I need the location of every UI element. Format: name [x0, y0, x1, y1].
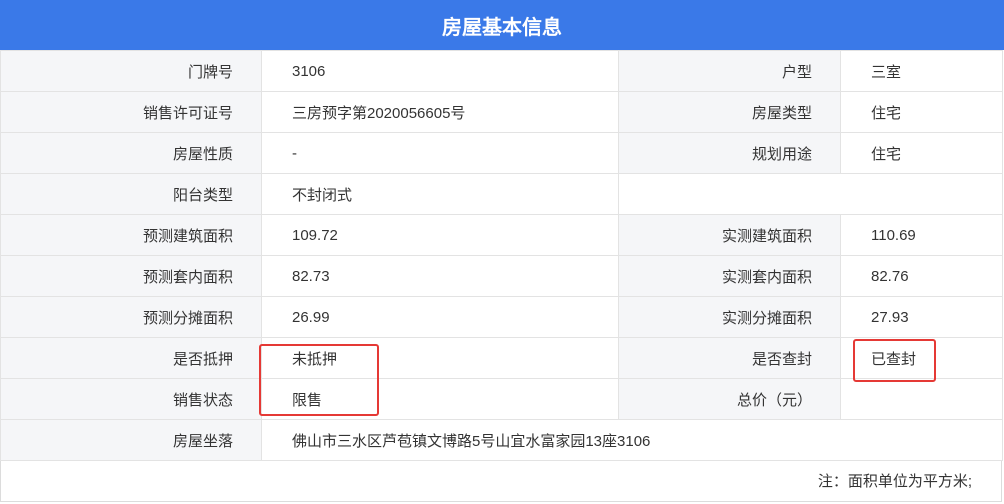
seizure-highlight-box	[853, 339, 936, 382]
measured-shared-area-label: 实测分摊面积	[618, 296, 841, 338]
area-unit-note: 注：面积单位为平方米;	[817, 473, 972, 490]
total-price-label: 总价（元）	[618, 378, 841, 420]
house-nature-value: -	[261, 132, 619, 174]
measured-inner-area-value: 82.76	[840, 255, 1003, 297]
planned-use-value: 住宅	[840, 132, 1003, 174]
door-number-value: 3106	[261, 50, 619, 92]
table-row: 销售许可证号 三房预字第2020056605号 房屋类型 住宅	[0, 91, 1003, 133]
predicted-shared-area-label: 预测分摊面积	[0, 296, 262, 338]
table-row: 房屋坐落 佛山市三水区芦苞镇文博路5号山宜水富家园13座3106	[0, 419, 1003, 461]
door-number-label: 门牌号	[0, 50, 262, 92]
table-row: 预测套内面积 82.73 实测套内面积 82.76	[0, 255, 1003, 297]
panel-title: 房屋基本信息	[0, 0, 1004, 50]
table-row: 销售状态 限售 总价（元）	[0, 378, 1003, 420]
sales-permit-value: 三房预字第2020056605号	[261, 91, 619, 133]
empty-cell	[618, 173, 1003, 215]
table-row: 房屋性质 - 规划用途 住宅	[0, 132, 1003, 174]
table-row: 门牌号 3106 户型 三室	[0, 50, 1003, 92]
house-nature-label: 房屋性质	[0, 132, 262, 174]
sales-status-label: 销售状态	[0, 378, 262, 420]
measured-building-area-label: 实测建筑面积	[618, 214, 841, 256]
predicted-shared-area-value: 26.99	[261, 296, 619, 338]
house-type-value: 住宅	[840, 91, 1003, 133]
address-label: 房屋坐落	[0, 419, 262, 461]
planned-use-label: 规划用途	[618, 132, 841, 174]
sales-permit-label: 销售许可证号	[0, 91, 262, 133]
house-info-table: 门牌号 3106 户型 三室 销售许可证号 三房预字第2020056605号 房…	[0, 50, 1003, 461]
total-price-value	[840, 378, 1003, 420]
address-value: 佛山市三水区芦苞镇文博路5号山宜水富家园13座3106	[261, 419, 1003, 461]
measured-shared-area-value: 27.93	[840, 296, 1003, 338]
layout-value: 三室	[840, 50, 1003, 92]
predicted-inner-area-label: 预测套内面积	[0, 255, 262, 297]
mortgage-status-label: 是否抵押	[0, 337, 262, 379]
balcony-type-value: 不封闭式	[261, 173, 619, 215]
table-row: 阳台类型 不封闭式	[0, 173, 1003, 215]
mortgage-sales-highlight-box	[259, 344, 379, 416]
measured-building-area-value: 110.69	[840, 214, 1003, 256]
seizure-status-label: 是否查封	[618, 337, 841, 379]
table-row: 预测建筑面积 109.72 实测建筑面积 110.69	[0, 214, 1003, 256]
predicted-building-area-value: 109.72	[261, 214, 619, 256]
balcony-type-label: 阳台类型	[0, 173, 262, 215]
house-type-label: 房屋类型	[618, 91, 841, 133]
layout-label: 户型	[618, 50, 841, 92]
predicted-building-area-label: 预测建筑面积	[0, 214, 262, 256]
table-row: 预测分摊面积 26.99 实测分摊面积 27.93	[0, 296, 1003, 338]
predicted-inner-area-value: 82.73	[261, 255, 619, 297]
measured-inner-area-label: 实测套内面积	[618, 255, 841, 297]
